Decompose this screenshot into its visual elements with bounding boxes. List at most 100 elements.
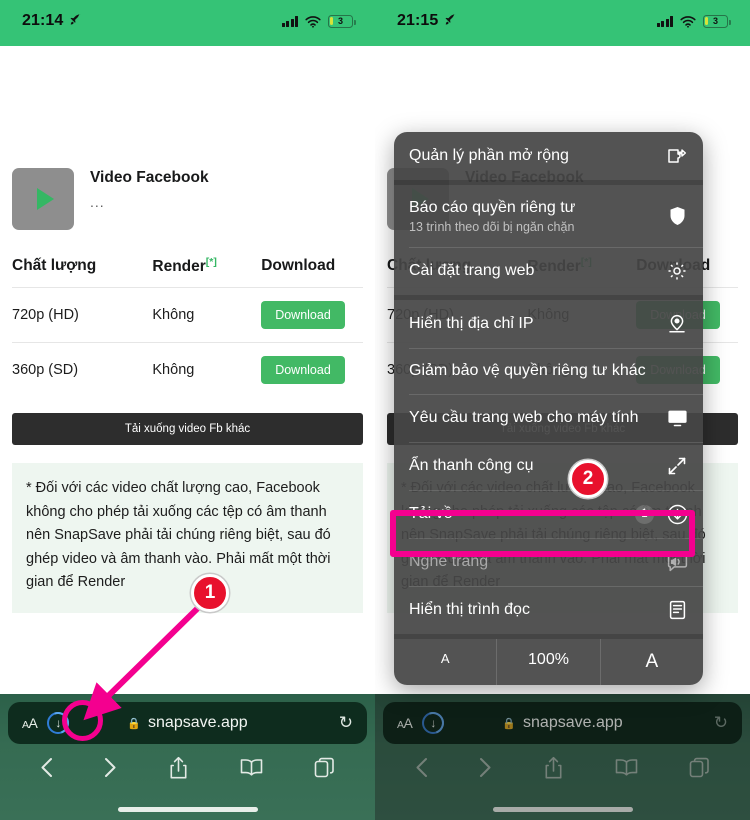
zoom-decrease-button[interactable]: A — [394, 639, 498, 685]
reload-icon[interactable]: ↻ — [714, 713, 728, 733]
menu-item-hide-toolbar[interactable]: Ẩn thanh công cụ — [394, 442, 703, 490]
battery-level: 3 — [337, 16, 343, 26]
menu-item-subtitle: 13 trình theo dõi bị ngăn chặn — [409, 220, 575, 234]
forward-icon[interactable] — [104, 757, 117, 783]
reload-icon[interactable]: ↻ — [339, 713, 353, 733]
quality-table: Chất lượng Render[*] Download 720p (HD) … — [12, 256, 363, 398]
menu-item-label: Yêu cầu trang web cho máy tính — [409, 409, 639, 426]
location-pin-icon — [666, 313, 688, 335]
video-thumbnail — [12, 168, 74, 230]
battery-fill — [330, 16, 334, 26]
battery-icon: 3 — [328, 14, 356, 28]
menu-item-show-ip-address[interactable]: Hiển thị địa chỉ IP — [394, 295, 703, 348]
menu-item-label: Cài đặt trang web — [409, 262, 535, 279]
col-quality: Chất lượng — [12, 257, 97, 275]
menu-item-request-desktop-site[interactable]: Yêu cầu trang web cho máy tính — [394, 394, 703, 442]
download-progress-icon[interactable]: ↓ — [422, 712, 445, 734]
lock-icon: 🔒 — [502, 717, 517, 730]
url-text: snapsave.app — [523, 714, 623, 731]
expand-arrows-icon — [666, 455, 688, 477]
cell-quality: 720p (HD) — [12, 287, 153, 343]
video-subtitle: ... — [90, 194, 105, 211]
text-size-button[interactable]: AA — [397, 715, 413, 731]
lock-icon: 🔒 — [127, 717, 142, 730]
wifi-icon — [305, 15, 321, 28]
home-indicator — [117, 807, 258, 812]
rocket-icon — [69, 13, 82, 29]
download-icon-highlight-ring — [62, 700, 103, 741]
status-time: 21:14 — [22, 12, 64, 29]
battery-level: 3 — [712, 16, 718, 26]
home-indicator — [492, 807, 633, 812]
download-button[interactable]: Download — [261, 356, 345, 385]
share-icon[interactable] — [544, 756, 563, 785]
url-text: snapsave.app — [148, 714, 248, 731]
zoom-increase-button[interactable]: A — [601, 639, 703, 685]
menu-item-label: Hiển thị địa chỉ IP — [409, 315, 534, 332]
cell-render: Không — [152, 287, 262, 343]
rocket-icon — [444, 13, 457, 29]
menu-item-website-settings[interactable]: Cài đặt trang web — [394, 247, 703, 295]
menu-item-manage-extensions[interactable]: Quản lý phần mở rộng — [394, 132, 703, 180]
footnote-box: * Đối với các video chất lượng cao, Face… — [12, 463, 363, 613]
reader-icon — [666, 599, 688, 621]
video-header: Video Facebook ... — [12, 156, 363, 230]
share-icon[interactable] — [169, 756, 188, 785]
battery-icon: 3 — [703, 14, 731, 28]
table-row: 360p (SD) Không Download — [12, 342, 363, 398]
status-right: 3 — [281, 14, 356, 28]
browser-chrome: AA ↓ 🔒 snapsave.app ↻ — [375, 694, 750, 820]
table-row: 720p (HD) Không Download — [12, 287, 363, 343]
col-download: Download — [261, 257, 336, 275]
wifi-icon — [680, 15, 696, 28]
menu-item-label: Hiển thị trình đọc — [409, 601, 530, 618]
right-phone-screen: 21:15 3 AA ↓ 🔒 snapsave.app ↻ Quản lý ph… — [375, 0, 750, 820]
back-icon[interactable] — [415, 757, 428, 783]
address-bar[interactable]: AA ↓ 🔒 snapsave.app ↻ — [383, 702, 742, 744]
zoom-controls-row: A 100% A — [394, 634, 703, 685]
video-title: Video Facebook — [90, 169, 209, 186]
safari-page-menu: Quản lý phần mở rộng Báo cáo quyền riêng… — [394, 132, 703, 685]
signal-bars-icon — [656, 15, 673, 27]
tabs-icon[interactable] — [314, 757, 335, 783]
forward-icon[interactable] — [479, 757, 492, 783]
badge-number: 2 — [569, 460, 607, 498]
status-time: 21:15 — [397, 12, 439, 29]
menu-item-label: Ẩn thanh công cụ — [409, 457, 534, 474]
status-bar: 21:15 3 — [375, 0, 750, 46]
tabs-icon[interactable] — [689, 757, 710, 783]
gear-icon — [666, 260, 688, 282]
signal-bars-icon — [281, 15, 298, 27]
menu-item-show-reader[interactable]: Hiển thị trình đọc — [394, 586, 703, 634]
bookmarks-icon[interactable] — [615, 758, 638, 782]
status-left: 21:14 — [22, 12, 82, 30]
menu-item-privacy-report[interactable]: Báo cáo quyền riêng tư 13 trình theo dõi… — [394, 180, 703, 247]
extension-icon — [666, 145, 688, 167]
play-icon — [36, 188, 54, 210]
table-header-row: Chất lượng Render[*] Download — [12, 256, 363, 288]
menu-item-reduce-privacy-protection[interactable]: Giảm bảo vệ quyền riêng tư khác — [394, 348, 703, 394]
menu-item-label: Báo cáo quyền riêng tư — [409, 199, 576, 216]
step-badge-2: 2 — [569, 460, 607, 498]
download-other-fb-video-button[interactable]: Tải xuống video Fb khác — [12, 413, 363, 446]
badge-number: 1 — [191, 574, 229, 612]
shield-icon — [666, 205, 688, 227]
zoom-level-label: 100% — [497, 639, 601, 685]
left-phone-screen: 21:14 3 Video Facebook ... Chất lượng Re… — [0, 0, 375, 820]
browser-chrome: AA ↓ 🔒 snapsave.app ↻ — [0, 694, 375, 820]
cell-quality: 360p (SD) — [12, 342, 153, 398]
back-icon[interactable] — [40, 757, 53, 783]
download-button[interactable]: Download — [261, 301, 345, 330]
render-footnote-marker: [*] — [205, 256, 217, 268]
step-badge-1: 1 — [191, 574, 229, 612]
downloads-menu-item-highlight — [390, 510, 695, 557]
bottom-nav-bar — [0, 748, 375, 792]
screenshot-root: 21:14 3 Video Facebook ... Chất lượng Re… — [0, 0, 750, 820]
text-size-button[interactable]: AA — [22, 715, 38, 731]
col-render: Render[*] — [152, 256, 217, 276]
menu-item-label: Quản lý phần mở rộng — [409, 147, 569, 164]
menu-item-label: Giảm bảo vệ quyền riêng tư khác — [409, 362, 646, 379]
bottom-nav-bar — [375, 748, 750, 792]
bookmarks-icon[interactable] — [240, 758, 263, 782]
status-bar: 21:14 3 — [0, 0, 375, 46]
